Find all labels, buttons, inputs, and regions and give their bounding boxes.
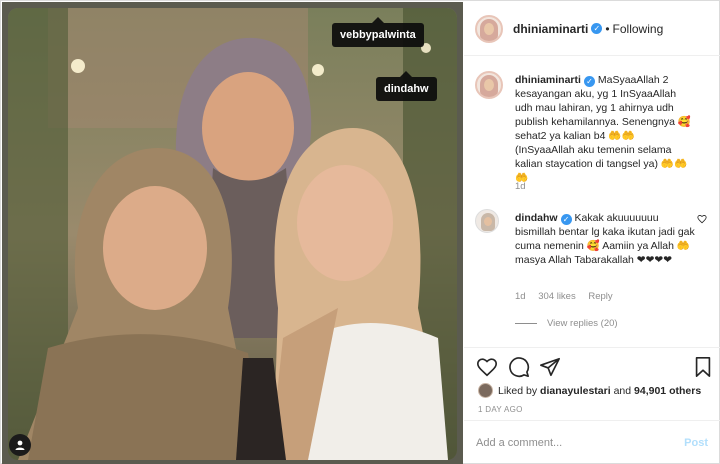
reply-button[interactable]: Reply — [588, 291, 612, 302]
liker-username[interactable]: dianayulestari — [540, 385, 611, 397]
save-bookmark-icon[interactable] — [692, 356, 714, 378]
caption: dhiniaminarti ✓ MaSyaaAllah 2 kesayangan … — [475, 71, 713, 201]
share-paper-plane-icon[interactable] — [539, 356, 561, 378]
verified-badge-icon: ✓ — [560, 214, 572, 225]
caption-avatar[interactable] — [475, 71, 503, 99]
comment-item: dindahw ✓ Kakak akuuuuuuu bismillah benta… — [475, 209, 713, 309]
actions-section: Liked by dianayulestari and 94,901 other… — [464, 347, 720, 420]
author-username[interactable]: dhiniaminarti — [513, 22, 588, 36]
add-comment-bar: Add a comment... Post — [464, 420, 720, 464]
add-comment-input[interactable]: Add a comment... — [476, 437, 562, 449]
comment-bubble-icon[interactable] — [508, 356, 530, 378]
post-photo-pane: vebbypalwinta dindahw — [2, 2, 463, 464]
like-heart-icon[interactable] — [476, 356, 498, 378]
caption-meta: 1d — [515, 181, 536, 192]
comment-text-block: dindahw ✓ Kakak akuuuuuuu bismillah benta… — [515, 211, 695, 267]
post-modal: vebbypalwinta dindahw dhiniaminarti ✓ • … — [0, 0, 720, 464]
post-side-pane: dhiniaminarti ✓ • Following dhiniaminart… — [464, 2, 720, 464]
comment-meta: 1d 304 likes Reply — [515, 291, 623, 302]
like-comment-heart-icon[interactable] — [697, 214, 707, 224]
comment-username[interactable]: dindahw — [515, 212, 558, 224]
person-icon — [15, 440, 25, 450]
post-timestamp[interactable]: 1 DAY AGO — [478, 405, 523, 414]
author-avatar[interactable] — [475, 14, 503, 43]
liker-avatar — [478, 383, 493, 398]
caption-text-block: dhiniaminarti ✓ MaSyaaAllah 2 kesayangan … — [515, 73, 695, 185]
header-separator: • — [605, 21, 610, 36]
view-replies-label: View replies (20) — [547, 318, 618, 329]
caption-text: MaSyaaAllah 2 kesayangan aku, yg 1 InSya… — [515, 74, 691, 184]
comment-time[interactable]: 1d — [515, 291, 526, 302]
user-tag[interactable]: dindahw — [376, 71, 437, 101]
following-button[interactable]: Following — [613, 22, 664, 36]
view-replies-button[interactable]: View replies (20) — [515, 318, 618, 329]
post-photo[interactable] — [8, 8, 457, 460]
caption-username[interactable]: dhiniaminarti — [515, 74, 581, 86]
liked-by-and: and — [613, 384, 632, 397]
photo-illustration — [8, 8, 457, 460]
comments-list[interactable]: dhiniaminarti ✓ MaSyaaAllah 2 kesayangan … — [464, 57, 720, 347]
tagged-users-button[interactable] — [9, 434, 31, 456]
liked-by-prefix: Liked by — [498, 384, 538, 397]
comment-like-count[interactable]: 304 likes — [538, 291, 576, 302]
verified-badge-icon: ✓ — [583, 76, 595, 87]
likes-count[interactable]: 94,901 others — [634, 385, 701, 397]
post-header: dhiniaminarti ✓ • Following — [464, 2, 720, 56]
comment-avatar[interactable] — [475, 209, 503, 237]
verified-badge-icon: ✓ — [591, 23, 603, 34]
action-bar — [476, 356, 712, 380]
liked-by: Liked by dianayulestari and 94,901 other… — [478, 383, 701, 398]
caption-time[interactable]: 1d — [515, 181, 526, 192]
replies-divider — [515, 323, 537, 324]
user-tag[interactable]: vebbypalwinta — [332, 17, 424, 47]
post-comment-button[interactable]: Post — [684, 437, 708, 449]
